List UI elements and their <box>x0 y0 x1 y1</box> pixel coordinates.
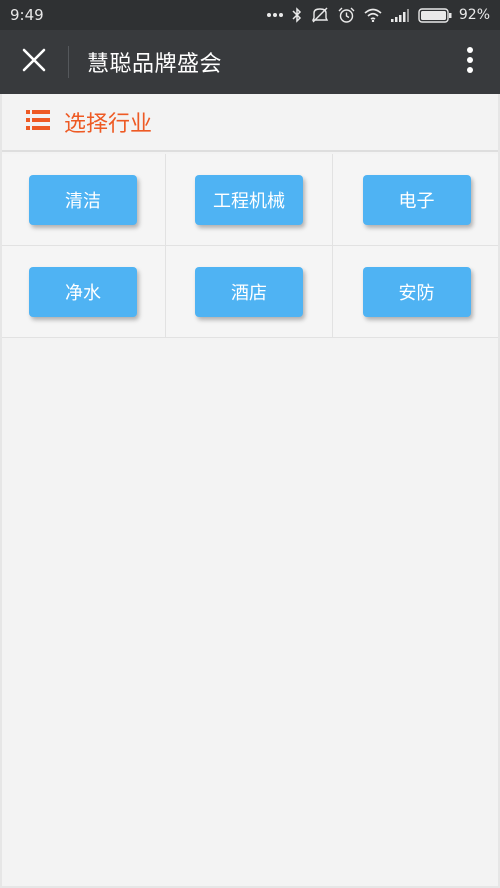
title-divider <box>68 46 69 78</box>
page-title: 慧聪品牌盛会 <box>87 52 223 77</box>
status-bar: 9:49 92% <box>0 0 500 30</box>
close-icon <box>22 48 46 76</box>
industry-cell: 净水 <box>0 246 166 338</box>
industry-button-cleaning[interactable]: 清洁 <box>29 174 137 225</box>
industry-button-water[interactable]: 净水 <box>29 266 137 317</box>
industry-button-hotel[interactable]: 酒店 <box>195 266 303 317</box>
status-time: 9:49 <box>10 6 44 24</box>
industry-cell: 清洁 <box>0 154 166 246</box>
industry-cell: 酒店 <box>166 246 333 338</box>
wifi-icon <box>364 8 382 22</box>
more-dots-icon <box>266 12 283 18</box>
section-title: 选择行业 <box>64 112 153 137</box>
title-bar: 慧聪品牌盛会 <box>0 30 500 94</box>
industry-cell: 工程机械 <box>166 154 333 246</box>
close-button[interactable] <box>0 30 68 94</box>
bluetooth-icon <box>292 7 302 23</box>
industry-cell: 电子 <box>333 154 500 246</box>
mute-icon <box>311 7 329 23</box>
battery-icon <box>418 7 452 23</box>
industry-cell: 安防 <box>333 246 500 338</box>
status-icons: 92% <box>266 7 490 24</box>
industry-button-security[interactable]: 安防 <box>362 266 471 317</box>
more-menu-button[interactable] <box>440 30 500 94</box>
alarm-icon <box>338 7 355 24</box>
list-icon <box>26 109 50 135</box>
section-header: 选择行业 <box>0 94 500 152</box>
battery-percent: 92% <box>458 7 490 23</box>
signal-icon <box>390 8 409 22</box>
more-vertical-icon <box>466 46 474 78</box>
industry-grid: 清洁 工程机械 电子 净水 酒店 安防 <box>0 154 500 338</box>
industry-button-electronics[interactable]: 电子 <box>362 174 471 225</box>
industry-button-machinery[interactable]: 工程机械 <box>195 174 303 225</box>
